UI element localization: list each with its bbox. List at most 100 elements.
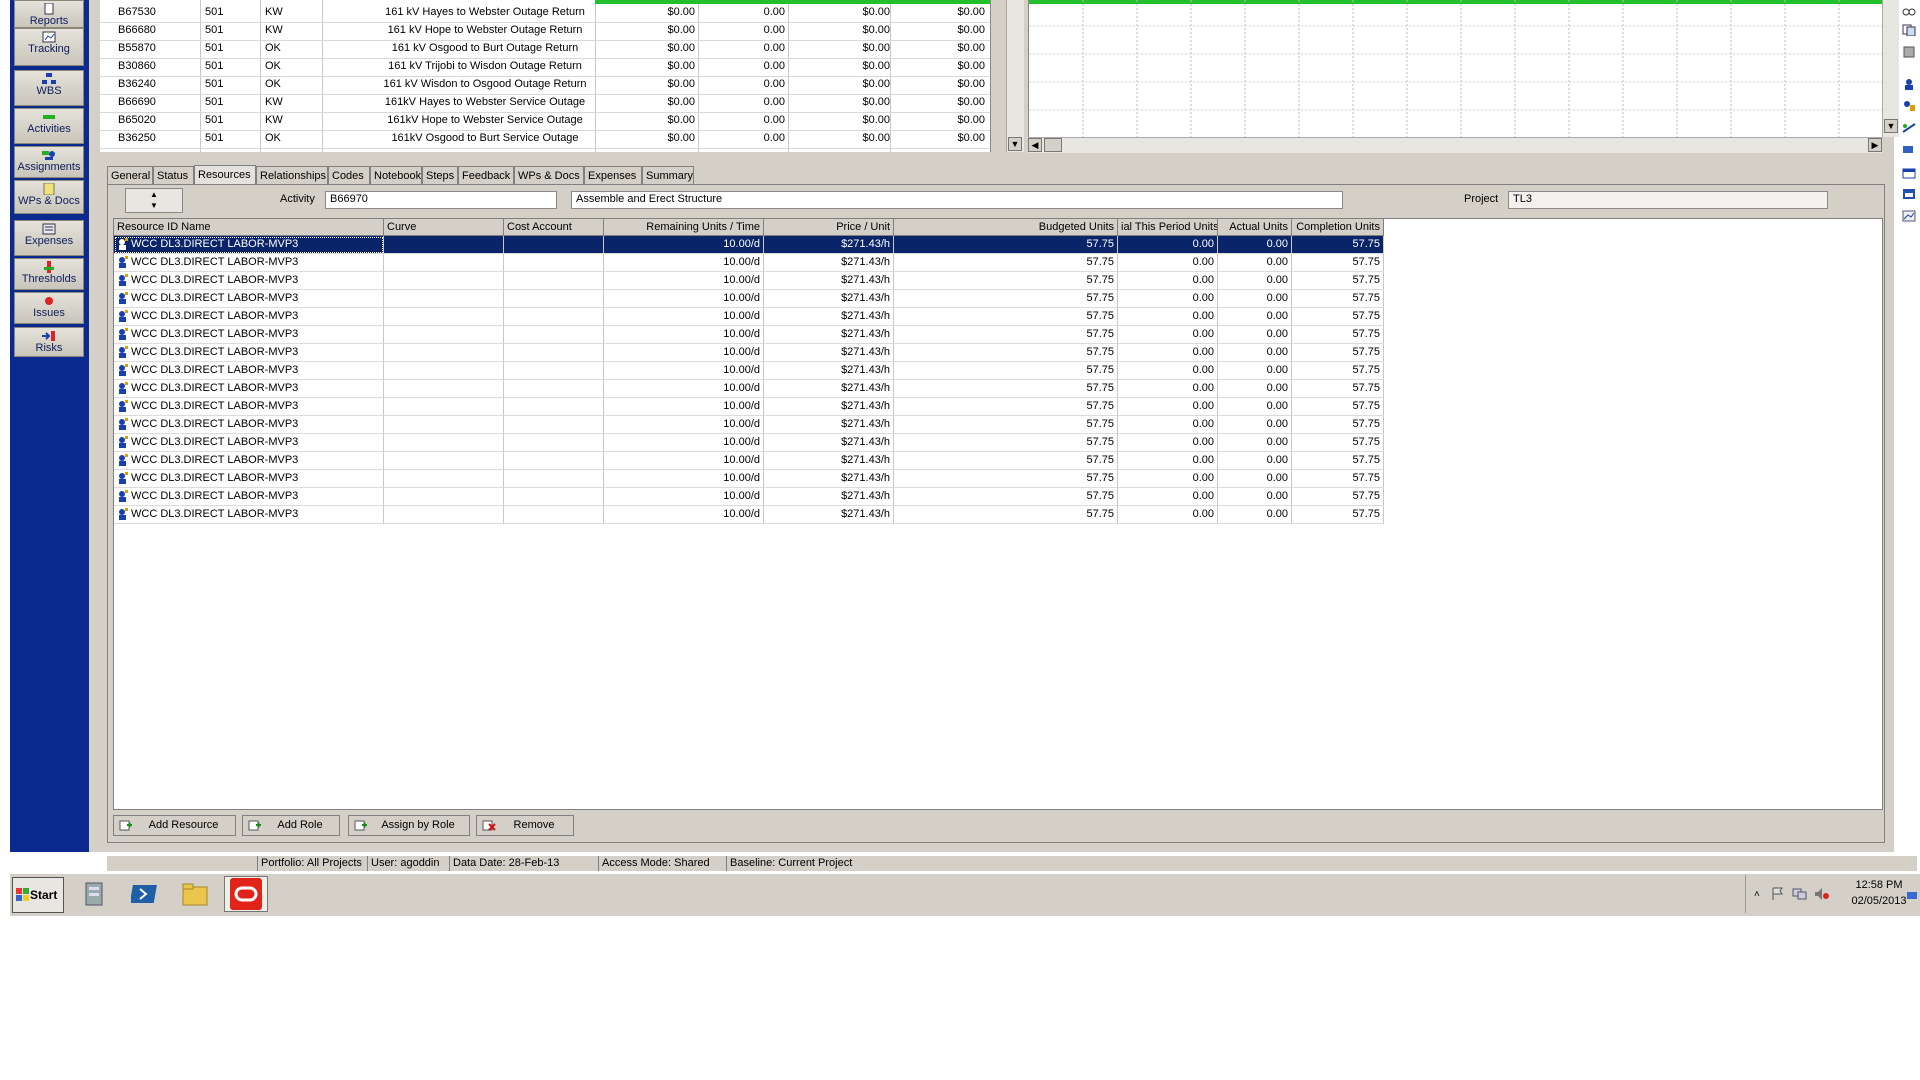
scroll-thumb[interactable] (1044, 138, 1062, 152)
cell-actual: 0.00 (1218, 308, 1292, 326)
scroll-right-arrow-icon[interactable]: ▶ (1868, 138, 1882, 152)
scroll-down-arrow-icon[interactable]: ▼ (1884, 119, 1898, 133)
volume-muted-icon[interactable] (1814, 887, 1830, 901)
tab-codes[interactable]: Codes (328, 166, 370, 184)
layout-icon[interactable] (1902, 188, 1916, 200)
tag-icon[interactable] (1902, 144, 1916, 156)
chart-icon[interactable] (1902, 210, 1916, 222)
column-header-price[interactable]: Price / Unit (764, 219, 894, 236)
column-header-actual[interactable]: Actual Units (1218, 219, 1292, 236)
activity-row[interactable]: B65020 501 KW 161kV Hope to Webster Service… (100, 112, 990, 131)
cut-icon[interactable] (1902, 4, 1916, 16)
gantt-chart[interactable] (1028, 0, 1883, 137)
activity-row[interactable]: B66690 501 KW 161kV Hayes to Webster Servic… (100, 94, 990, 113)
table-row[interactable]: WCC DL3.DIRECT LABOR-MVP3 10.00/d $271.43/… (114, 326, 1384, 344)
column-header-rem[interactable]: Remaining Units / Time (604, 219, 764, 236)
table-row[interactable]: WCC DL3.DIRECT LABOR-MVP3 10.00/d $271.43/… (114, 380, 1384, 398)
nav-wbs-button[interactable]: WBS (14, 70, 84, 106)
table-row[interactable]: WCC DL3.DIRECT LABOR-MVP3 10.00/d $271.43/… (114, 470, 1384, 488)
activity-id-field[interactable]: B66970 (325, 191, 557, 209)
previous-record-arrow-icon[interactable]: ▲ (126, 189, 182, 200)
project-field[interactable]: TL3 (1508, 191, 1828, 209)
powershell-icon[interactable] (131, 879, 161, 909)
activity-row[interactable]: B36250 501 OK 161kV Osgood to Burt Service … (100, 130, 990, 149)
nav-risks-button[interactable]: Risks (14, 327, 84, 357)
column-header-curve[interactable]: Curve (384, 219, 504, 236)
link-icon[interactable] (1902, 122, 1916, 134)
tab-status[interactable]: Status (153, 166, 194, 184)
tab-resources[interactable]: Resources (194, 165, 256, 185)
nav-reports-button[interactable]: Reports (14, 0, 84, 28)
activity-row[interactable]: B36240 501 OK 161 kV Wisdon to Osgood Outag… (100, 76, 990, 95)
cell-rem: 10.00/d (604, 236, 764, 254)
next-record-arrow-icon[interactable]: ▼ (126, 200, 182, 211)
column-header-completion[interactable]: Completion Units (1292, 219, 1384, 236)
scroll-left-arrow-icon[interactable]: ◀ (1028, 138, 1042, 152)
window-icon[interactable] (1902, 168, 1916, 180)
activity-row[interactable]: B30860 501 OK 161 kV Trijobi to Wisdon Outa… (100, 58, 990, 77)
table-row[interactable]: WCC DL3.DIRECT LABOR-MVP3 10.00/d $271.43/… (114, 398, 1384, 416)
table-row[interactable]: WCC DL3.DIRECT LABOR-MVP3 10.00/d $271.43/… (114, 488, 1384, 506)
tab-feedback[interactable]: Feedback (458, 166, 514, 184)
nav-issues-button[interactable]: Issues (14, 292, 84, 324)
nav-wps-docs-button[interactable]: WPs & Docs (14, 180, 84, 214)
file-explorer-icon[interactable] (180, 879, 210, 909)
column-header-budget[interactable]: Budgeted Units (894, 219, 1118, 236)
table-row[interactable]: WCC DL3.DIRECT LABOR-MVP3 10.00/d $271.43/… (114, 344, 1384, 362)
cell-period: 0.00 (1118, 272, 1218, 290)
scroll-down-arrow-icon[interactable]: ▼ (1008, 137, 1022, 151)
network-icon[interactable] (1792, 887, 1808, 901)
record-navigator[interactable]: ▲ ▼ (125, 188, 183, 213)
table-row[interactable]: WCC DL3.DIRECT LABOR-MVP3 10.00/d $271.43/… (114, 452, 1384, 470)
nav-label: Issues (33, 307, 65, 319)
activity-label: Activity (280, 193, 315, 205)
start-button[interactable]: Start (12, 877, 64, 913)
gantt-vertical-scrollbar[interactable]: ▼ (1882, 0, 1899, 137)
column-header-name[interactable]: Resource ID Name (114, 219, 384, 236)
gantt-horizontal-scrollbar[interactable]: ◀ ▶ (1028, 137, 1882, 153)
activity-row[interactable]: B67530 501 KW 161 kV Hayes to Webster Outag… (100, 4, 990, 23)
tab-wps-docs[interactable]: WPs & Docs (514, 166, 584, 184)
tab-expenses[interactable]: Expenses (584, 166, 642, 184)
tab-steps[interactable]: Steps (422, 166, 458, 184)
nav-activities-button[interactable]: Activities (14, 108, 84, 144)
flag-icon[interactable] (1770, 887, 1786, 901)
nav-expenses-button[interactable]: Expenses (14, 220, 84, 256)
show-hidden-icons-icon[interactable]: ˄ (1754, 889, 1760, 900)
table-row[interactable]: WCC DL3.DIRECT LABOR-MVP3 10.00/d $271.43/… (114, 254, 1384, 272)
nav-assignments-button[interactable]: Assignments (14, 146, 84, 178)
show-desktop-icon[interactable] (1906, 890, 1918, 902)
paste-icon[interactable] (1902, 46, 1916, 58)
table-row[interactable]: WCC DL3.DIRECT LABOR-MVP3 10.00/d $271.43/… (114, 506, 1384, 524)
column-header-period[interactable]: ial This Period Units (1118, 219, 1218, 236)
table-row[interactable]: WCC DL3.DIRECT LABOR-MVP3 10.00/d $271.43/… (114, 362, 1384, 380)
remove-button[interactable]: Remove (476, 815, 574, 836)
tab-notebook[interactable]: Notebook (370, 166, 422, 184)
tab-summary[interactable]: Summary (642, 166, 694, 184)
tab-general[interactable]: General (107, 166, 153, 184)
assign-by-role-button[interactable]: Assign by Role (348, 815, 470, 836)
copy-icon[interactable] (1902, 24, 1916, 36)
table-row[interactable]: WCC DL3.DIRECT LABOR-MVP3 10.00/d $271.43/… (114, 308, 1384, 326)
table-row[interactable]: WCC DL3.DIRECT LABOR-MVP3 10.00/d $271.43/… (114, 272, 1384, 290)
table-row[interactable]: WCC DL3.DIRECT LABOR-MVP3 10.00/d $271.43/… (114, 416, 1384, 434)
cell-name: WCC DL3.DIRECT LABOR-MVP3 (114, 488, 384, 506)
table-row[interactable]: WCC DL3.DIRECT LABOR-MVP3 10.00/d $271.43/… (114, 290, 1384, 308)
user-icon[interactable] (1902, 78, 1916, 90)
nav-thresholds-button[interactable]: Thresholds (14, 258, 84, 290)
nav-tracking-button[interactable]: Tracking (14, 28, 84, 66)
resource-icon[interactable] (1902, 100, 1916, 112)
activities-vertical-scrollbar[interactable]: ▼ (1006, 0, 1024, 152)
table-row[interactable]: WCC DL3.DIRECT LABOR-MVP3 10.00/d $271.43/… (114, 236, 1384, 254)
column-header-account[interactable]: Cost Account (504, 219, 604, 236)
server-manager-icon[interactable] (80, 879, 110, 909)
activity-row[interactable]: B55870 501 OK 161 kV Osgood to Burt Outage … (100, 40, 990, 59)
add-resource-button[interactable]: Add Resource (113, 815, 236, 836)
oracle-p6-taskbar-button[interactable] (224, 876, 268, 912)
table-row[interactable]: WCC DL3.DIRECT LABOR-MVP3 10.00/d $271.43/… (114, 434, 1384, 452)
tab-relationships[interactable]: Relationships (256, 166, 328, 184)
activity-name-field[interactable]: Assemble and Erect Structure (571, 191, 1343, 209)
activity-row[interactable]: B66680 501 KW 161 kV Hope to Webster Outage… (100, 22, 990, 41)
add-role-button[interactable]: Add Role (242, 815, 340, 836)
activity-cell-name: 161 kV Hope to Webster Outage Return (387, 24, 583, 36)
